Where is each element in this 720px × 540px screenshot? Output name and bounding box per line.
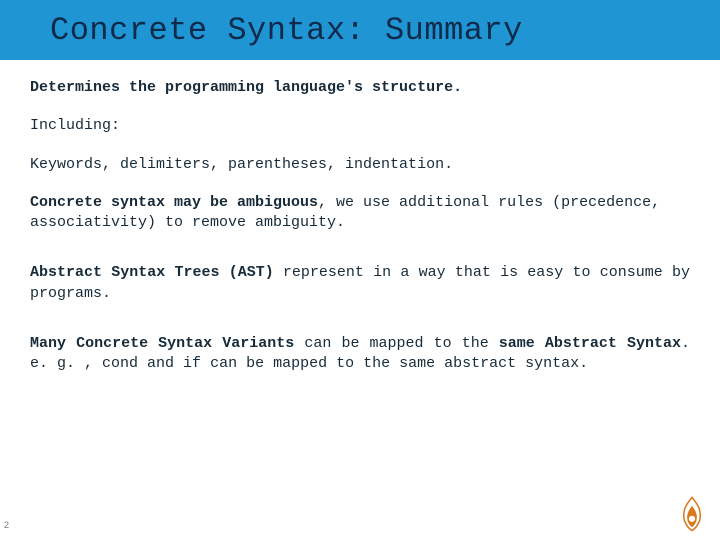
text-variants-4: can be mapped to the same abstract synta… xyxy=(201,355,588,372)
text-ast-bold: Abstract Syntax Trees (AST) xyxy=(30,264,274,281)
para-ambiguous: Concrete syntax may be ambiguous, we use… xyxy=(30,193,690,234)
para-variants: Many Concrete Syntax Variants can be map… xyxy=(30,334,690,375)
text-variants-bold2: same Abstract Syntax xyxy=(499,335,681,352)
text-variants-3: and xyxy=(138,355,183,372)
slide-title: Concrete Syntax: Summary xyxy=(50,12,523,49)
text-ambiguous-bold: Concrete syntax may be ambiguous xyxy=(30,194,318,211)
page-number: 2 xyxy=(4,520,9,530)
text-if: if xyxy=(183,355,201,372)
slide-content: Determines the programming language's st… xyxy=(0,60,720,374)
text-cond: cond xyxy=(102,355,138,372)
para-ast: Abstract Syntax Trees (AST) represent in… xyxy=(30,263,690,304)
para-determines: Determines the programming language's st… xyxy=(30,78,690,98)
para-including: Including: xyxy=(30,116,690,136)
title-bar: Concrete Syntax: Summary xyxy=(0,0,720,60)
text-variants-1: can be mapped to the xyxy=(294,335,499,352)
flame-logo-icon xyxy=(678,496,706,532)
para-keywords: Keywords, delimiters, parentheses, inden… xyxy=(30,155,690,175)
text-variants-bold1: Many Concrete Syntax Variants xyxy=(30,335,294,352)
